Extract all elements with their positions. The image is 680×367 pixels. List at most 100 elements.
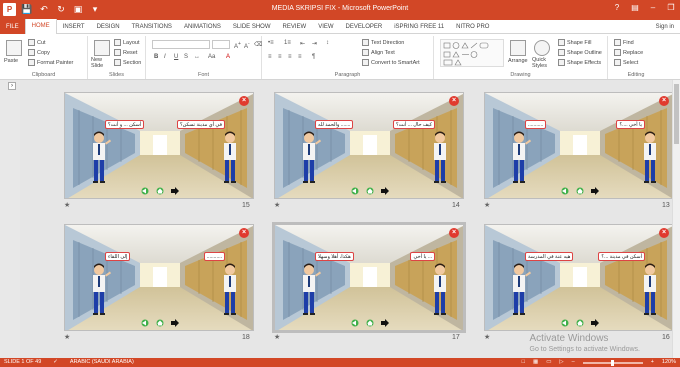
tab-home[interactable]: HOME xyxy=(24,19,57,34)
close-icon[interactable]: × xyxy=(239,96,249,106)
shape-outline-button[interactable]: Shape Outline xyxy=(558,49,602,56)
right-speech-bubble: ... يا أخي xyxy=(410,252,435,261)
zoom-out-icon[interactable]: – xyxy=(572,358,575,367)
tab-animations[interactable]: ANIMATIONS xyxy=(178,20,227,34)
zoom-slider-handle[interactable] xyxy=(610,359,614,366)
rtl-icon[interactable]: ¶ xyxy=(312,54,315,60)
slide-thumbnail-14[interactable]: × ....... والحمد لله كيف حال ... أنت؟ xyxy=(274,92,464,199)
tab-review[interactable]: REVIEW xyxy=(277,20,313,34)
animation-star-icon[interactable]: ★ xyxy=(274,333,280,341)
help-icon[interactable]: ? xyxy=(612,3,622,15)
slide-thumbnail-13[interactable]: × ........... يا أخي ....؟ xyxy=(484,92,674,199)
decrease-indent-icon[interactable]: ⇤ xyxy=(300,40,305,47)
slide-thumbnail-18[interactable]: × إلى اللقاء ........... xyxy=(64,224,254,331)
convert-smartart-button[interactable]: Convert to SmartArt xyxy=(362,59,420,66)
ribbon-display-icon[interactable]: ▤ xyxy=(630,3,640,15)
section-button[interactable]: Section xyxy=(114,59,141,66)
tab-slide-show[interactable]: SLIDE SHOW xyxy=(227,20,277,34)
scrollbar-thumb[interactable] xyxy=(674,84,679,144)
close-icon[interactable]: × xyxy=(449,228,459,238)
paste-button[interactable]: Paste xyxy=(4,58,18,64)
find-button[interactable]: Find xyxy=(614,39,634,46)
minimize-icon[interactable]: – xyxy=(648,3,658,15)
reading-view-icon[interactable]: ▭ xyxy=(546,358,551,367)
slideshow-view-icon[interactable]: ▷ xyxy=(559,358,563,367)
new-slide-button[interactable]: New Slide xyxy=(91,57,113,69)
tab-file[interactable]: FILE xyxy=(0,19,25,34)
shrink-font-icon[interactable]: A- xyxy=(244,41,250,50)
change-case-icon[interactable]: Aa xyxy=(208,54,215,60)
cut-button[interactable]: Cut xyxy=(28,39,46,46)
tab-ispring[interactable]: iSPRING FREE 11 xyxy=(388,20,450,34)
strikethrough-icon[interactable]: S xyxy=(184,54,188,60)
expand-thumbnails-icon[interactable]: › xyxy=(8,82,16,90)
normal-view-icon[interactable]: □ xyxy=(522,358,525,367)
line-spacing-icon[interactable]: ↕ xyxy=(326,40,329,46)
align-left-icon[interactable]: ≡ xyxy=(268,54,272,60)
italic-icon[interactable]: I xyxy=(164,54,166,60)
slide-sorter-view-icon[interactable]: ▦ xyxy=(533,358,538,367)
animation-star-icon[interactable]: ★ xyxy=(64,201,70,209)
underline-icon[interactable]: U xyxy=(174,54,178,60)
close-icon[interactable]: × xyxy=(239,228,249,238)
numbering-icon[interactable]: 1≡ xyxy=(284,40,291,46)
font-size-box[interactable] xyxy=(212,40,230,49)
increase-indent-icon[interactable]: ⇥ xyxy=(312,40,317,47)
justify-icon[interactable]: ≡ xyxy=(298,54,302,60)
animation-star-icon[interactable]: ★ xyxy=(64,333,70,341)
quick-styles-icon[interactable] xyxy=(534,40,550,56)
align-text-icon xyxy=(362,49,369,56)
tab-design[interactable]: DESIGN xyxy=(91,20,126,34)
animation-star-icon[interactable]: ★ xyxy=(274,201,280,209)
shape-fill-button[interactable]: Shape Fill xyxy=(558,39,591,46)
quick-styles-button[interactable]: Quick Styles xyxy=(532,57,554,69)
animation-star-icon[interactable]: ★ xyxy=(484,201,490,209)
replace-button[interactable]: Replace xyxy=(614,49,643,56)
char-spacing-icon[interactable]: ↔ xyxy=(194,54,200,60)
arrange-button[interactable]: Arrange xyxy=(508,58,528,64)
close-icon[interactable]: × xyxy=(659,96,669,106)
shapes-gallery[interactable] xyxy=(440,39,504,67)
zoom-slider[interactable] xyxy=(582,359,643,366)
tab-developer[interactable]: DEVELOPER xyxy=(340,20,389,34)
zoom-in-icon[interactable]: + xyxy=(651,358,654,367)
spelling-icon[interactable]: ✓ xyxy=(53,358,58,367)
tab-insert[interactable]: INSERT xyxy=(57,20,91,34)
format-painter-button[interactable]: Format Painter xyxy=(28,59,73,66)
align-right-icon[interactable]: ≡ xyxy=(288,54,292,60)
close-icon[interactable]: × xyxy=(659,228,669,238)
font-color-icon[interactable]: A xyxy=(226,54,230,60)
select-button[interactable]: Select xyxy=(614,59,638,66)
paste-icon[interactable] xyxy=(6,40,22,56)
slide-thumbnail-16[interactable]: × هيه عنة في المدرسة أسكن في مدينة ...؟ xyxy=(484,224,674,331)
zoom-level[interactable]: 120% xyxy=(662,358,676,367)
slide-thumbnail-17[interactable]: × هكذا، أهلا وسهلا ... يا أخي xyxy=(272,222,466,333)
slide-thumbnail-15[interactable]: × أسكن ... و أنت؟ في أي مدينة تسكن؟ xyxy=(64,92,254,199)
sign-in-link[interactable]: Sign in xyxy=(656,20,674,34)
slide-count: SLIDE 1 OF 49 xyxy=(4,359,42,365)
vertical-scrollbar[interactable] xyxy=(672,80,680,358)
close-icon[interactable]: × xyxy=(449,96,459,106)
copy-button[interactable]: Copy xyxy=(28,49,50,56)
scissors-icon xyxy=(28,39,35,46)
layout-button[interactable]: Layout xyxy=(114,39,140,46)
arrange-icon[interactable] xyxy=(510,40,526,56)
align-text-button[interactable]: Align Text xyxy=(362,49,395,56)
tab-transitions[interactable]: TRANSITIONS xyxy=(126,20,178,34)
align-center-icon[interactable]: ≡ xyxy=(278,54,282,60)
text-direction-button[interactable]: Text Direction xyxy=(362,39,404,46)
restore-icon[interactable]: ❐ xyxy=(666,3,676,15)
bold-icon[interactable]: B xyxy=(154,54,158,60)
grow-font-icon[interactable]: A+ xyxy=(234,41,241,50)
tab-view[interactable]: VIEW xyxy=(312,20,339,34)
font-name-box[interactable] xyxy=(152,40,210,49)
animation-star-icon[interactable]: ★ xyxy=(484,333,490,341)
bullets-icon[interactable]: •≡ xyxy=(268,40,274,46)
reset-button[interactable]: Reset xyxy=(114,49,137,56)
right-speech-bubble: ........... xyxy=(203,252,225,261)
tab-nitro-pro[interactable]: NITRO PRO xyxy=(450,20,495,34)
language-indicator[interactable]: ARABIC (SAUDI ARABIA) xyxy=(70,358,134,367)
new-slide-icon[interactable] xyxy=(94,40,110,56)
right-speech-bubble: يا أخي ....؟ xyxy=(616,120,645,129)
shape-effects-button[interactable]: Shape Effects xyxy=(558,59,601,66)
